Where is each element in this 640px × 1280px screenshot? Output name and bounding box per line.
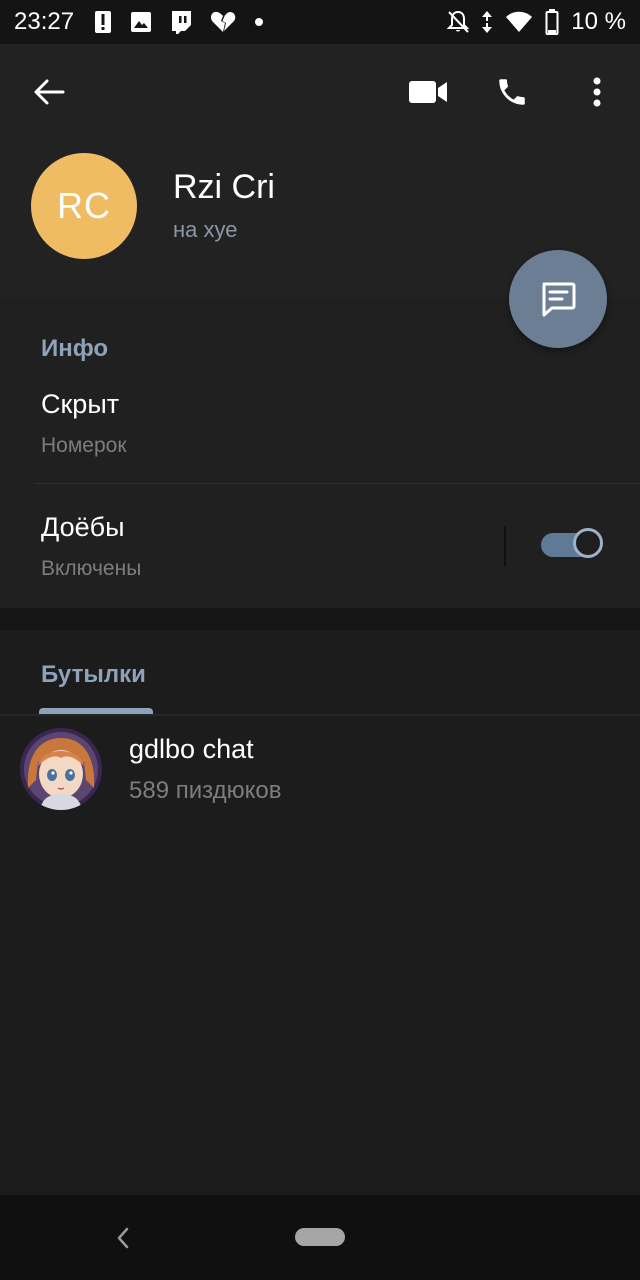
nav-back-button[interactable]	[106, 1221, 140, 1255]
call-button[interactable]	[488, 68, 536, 116]
screen: 23:27 10 % RC Rzi Cri на хуе Инфо Скрыт …	[0, 0, 640, 1280]
profile-name: Rzi Cri	[173, 168, 275, 206]
image-icon	[130, 11, 152, 33]
message-icon	[542, 282, 576, 317]
broken-heart-icon	[210, 11, 236, 33]
dot-icon	[254, 17, 264, 27]
toggle-thumb	[573, 528, 603, 558]
status-system-icons: 10 %	[447, 8, 626, 36]
groups-section: Бутылки gdlbo chat 589 пиздюков	[0, 630, 640, 1195]
tab-border	[0, 714, 640, 716]
chat-members: 589 пиздюков	[129, 777, 282, 804]
video-call-button[interactable]	[404, 68, 452, 116]
phone-icon	[499, 79, 525, 105]
notifications-toggle[interactable]	[541, 528, 603, 562]
twitch-icon	[170, 10, 192, 34]
phone-value: Скрыт	[41, 389, 120, 419]
alert-icon	[94, 10, 112, 34]
list-item[interactable]: gdlbo chat 589 пиздюков	[0, 722, 640, 822]
send-message-button[interactable]	[509, 250, 607, 348]
status-bar: 23:27 10 %	[0, 0, 640, 44]
video-camera-icon	[409, 81, 447, 103]
avatar-initials: RC	[57, 185, 111, 226]
chat-avatar	[20, 728, 102, 810]
notifications-value: Доёбы	[41, 512, 125, 542]
info-divider	[35, 483, 640, 484]
wifi-icon	[505, 11, 533, 33]
battery-percent: 10 %	[571, 8, 626, 35]
bell-off-icon	[447, 10, 470, 34]
notifications-label: Включены	[41, 557, 142, 580]
navigation-bar	[0, 1195, 640, 1280]
groups-tab-title[interactable]: Бутылки	[41, 661, 146, 689]
back-arrow-icon	[34, 79, 65, 105]
toggle-separator	[504, 526, 506, 566]
section-gap	[0, 608, 640, 630]
chat-name: gdlbo chat	[129, 734, 254, 764]
back-button[interactable]	[25, 68, 73, 116]
more-options-button[interactable]	[573, 68, 621, 116]
nav-back-icon	[117, 1227, 129, 1249]
profile-status: на хуе	[173, 217, 238, 242]
battery-icon	[545, 9, 559, 35]
info-section-title: Инфо	[41, 335, 109, 362]
status-notification-icons	[94, 10, 264, 34]
toolbar	[0, 44, 640, 140]
profile-avatar[interactable]: RC	[31, 153, 137, 259]
more-vert-icon	[593, 77, 601, 107]
home-pill[interactable]	[295, 1228, 345, 1246]
data-arrows-icon	[481, 10, 493, 34]
phone-label: Номерок	[41, 434, 127, 457]
status-time: 23:27	[14, 8, 75, 35]
